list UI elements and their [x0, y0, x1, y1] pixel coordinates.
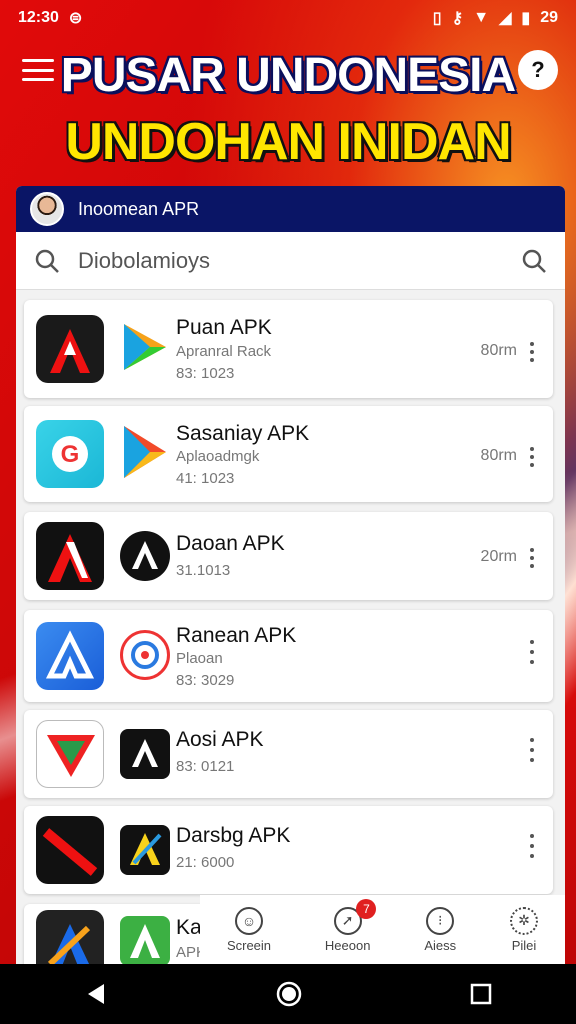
app-logo-icon: G: [36, 420, 104, 488]
nav-label: Pilei: [511, 937, 537, 953]
app-name: Darsbg APK: [176, 824, 291, 847]
gear-icon: ✲: [510, 906, 539, 935]
play-store-icon: [120, 424, 170, 478]
dots-icon: ⁝: [426, 906, 455, 935]
app-subtitle: Aplaoadmgk: [176, 448, 260, 465]
app-name: Aosi APK: [176, 728, 264, 751]
chat-icon: [120, 630, 170, 680]
app-date: 83: 3029: [176, 672, 235, 689]
help-icon: ?: [531, 57, 545, 82]
key-icon: ⚷: [451, 10, 464, 27]
search-icon: [35, 249, 59, 273]
header: PUSAR UNDONESIA UNDOHAN INIDAN ?: [0, 36, 576, 186]
list-item[interactable]: Darsbg APK 21: 6000: [24, 806, 553, 894]
list-item[interactable]: G Sasaniay APK Aplaoadmgk 41: 1023 80rm: [24, 406, 553, 502]
search-bar[interactable]: Diobolamioys: [16, 232, 565, 290]
app-size: 20rm: [480, 548, 517, 565]
list-item[interactable]: Ranean APK Plaoan 83: 3029: [24, 610, 553, 702]
nav-item-heeoon[interactable]: ➚ 7 Heeoon: [324, 898, 377, 953]
nav-item-screein[interactable]: ☺ Screein: [226, 906, 272, 953]
app-date: 21: 6000: [176, 854, 235, 871]
page-subtitle: UNDOHAN INIDAN: [65, 113, 511, 171]
app-name: Sasaniay APK: [176, 422, 310, 445]
app-size: 80rm: [480, 447, 517, 464]
vibrate-icon: ▯: [432, 10, 442, 27]
help-button[interactable]: ?: [518, 50, 558, 90]
more-options-icon[interactable]: [529, 640, 535, 664]
list-item[interactable]: Aosi APK 83: 0121: [24, 710, 553, 798]
battery-level: 29: [540, 9, 558, 26]
app-logo-icon: [36, 816, 104, 884]
more-options-icon[interactable]: [529, 447, 535, 467]
svg-text:G: G: [61, 441, 80, 468]
nav-label: Aiess: [424, 937, 457, 953]
nav-label: Screein: [226, 937, 272, 953]
face-icon: ☺: [234, 906, 263, 935]
nav-item-pilei[interactable]: ✲ Pilei: [510, 906, 539, 953]
back-icon[interactable]: [84, 982, 108, 1006]
app-date: 31.1013: [176, 562, 231, 579]
app-logo-icon: [120, 916, 170, 964]
app-date: 41: 1023: [176, 470, 235, 487]
more-options-icon[interactable]: [529, 834, 535, 858]
app-date: 83: 1023: [176, 365, 235, 382]
page-title: PUSAR UNDONESIA: [60, 49, 516, 102]
avatar[interactable]: [30, 192, 64, 226]
status-bar: 12:30 ⊜ ▯ ⚷ ▼ ◢ ▮ 29: [0, 0, 576, 36]
app-logo-icon: [120, 729, 170, 779]
more-options-icon[interactable]: [529, 342, 535, 362]
app-logo-icon: [36, 315, 104, 383]
system-navigation-bar: [0, 964, 576, 1024]
list-item[interactable]: Daoan APK 31.1013 20rm: [24, 512, 553, 600]
app-name: Puan APK: [176, 316, 272, 339]
app-name: Daoan APK: [176, 532, 285, 555]
app-logo-icon: [36, 522, 104, 590]
bottom-navigation: ☺ Screein ➚ 7 Heeoon ⁝ Aiess ✲ Pilei: [200, 895, 565, 964]
more-options-icon[interactable]: [529, 738, 535, 762]
wifi-icon: ▼: [473, 9, 490, 26]
app-logo-icon: [36, 910, 104, 964]
app-logo-icon: [120, 825, 170, 875]
app-logo-icon: [36, 720, 104, 788]
app-logo-icon: [36, 622, 104, 690]
account-name: Inoomean APR: [78, 198, 200, 219]
notification-icon: ⊜: [68, 10, 83, 27]
list-item[interactable]: Puan APK Apranral Rack 83: 1023 80rm: [24, 300, 553, 398]
app-subtitle: Apranral Rack: [176, 343, 272, 360]
app-size: 80rm: [480, 342, 517, 359]
app-date: 83: 0121: [176, 758, 235, 775]
recents-icon[interactable]: [470, 983, 492, 1005]
search-submit-icon[interactable]: [521, 248, 547, 274]
app-name: Ranean APK: [176, 624, 297, 647]
app-subtitle: Plaoan: [176, 650, 223, 667]
notification-badge: 7: [356, 898, 377, 919]
app-logo-icon: [120, 531, 170, 581]
signal-icon: ◢: [499, 10, 512, 27]
nav-item-aiess[interactable]: ⁝ Aiess: [424, 906, 457, 953]
home-icon[interactable]: [276, 981, 302, 1007]
app-panel: Inoomean APR Diobolamioys Puan APK Apran…: [16, 186, 565, 964]
account-bar[interactable]: Inoomean APR: [16, 186, 565, 232]
battery-icon: ▮: [521, 10, 531, 27]
more-options-icon[interactable]: [529, 548, 535, 568]
clock: 12:30: [18, 9, 59, 26]
nav-label: Heeoon: [324, 937, 371, 953]
search-input[interactable]: Diobolamioys: [78, 248, 503, 274]
play-store-icon: [120, 322, 170, 372]
